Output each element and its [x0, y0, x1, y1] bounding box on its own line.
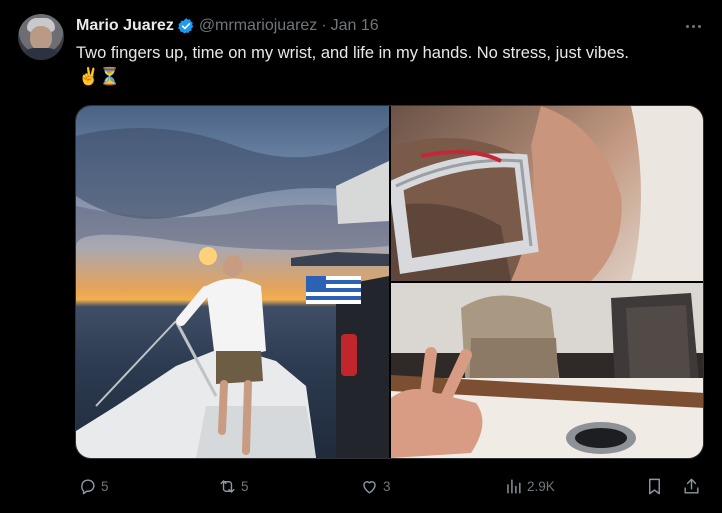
- tweet-emojis: ✌️⏳: [78, 67, 121, 86]
- repost-count: 5: [241, 478, 249, 494]
- bookmark-button[interactable]: [645, 474, 664, 498]
- avatar[interactable]: [18, 14, 64, 60]
- action-bar: 5 5 3 2.9K: [0, 474, 722, 498]
- avatar-shirt: [22, 48, 60, 60]
- separator-dot: ·: [321, 17, 327, 34]
- tweet-date[interactable]: Jan 16: [331, 17, 379, 35]
- like-count: 3: [383, 478, 391, 494]
- tweet-text: Two fingers up, time on my wrist, and li…: [76, 44, 629, 62]
- heart-icon: [363, 480, 376, 494]
- views-count: 2.9K: [527, 478, 555, 494]
- like-button[interactable]: 3: [360, 474, 391, 498]
- avatar-face: [30, 26, 52, 50]
- boat-scene: [76, 126, 389, 458]
- more-dot: [697, 24, 701, 28]
- reply-icon: [81, 478, 95, 494]
- photo-wrist-watch[interactable]: [391, 106, 703, 281]
- photo-boat-sunset[interactable]: [76, 106, 389, 458]
- more-dot: [691, 24, 695, 28]
- watch-scene: [391, 106, 703, 281]
- views-icon: [507, 478, 521, 494]
- share-button[interactable]: [682, 474, 701, 498]
- more-dot: [685, 24, 689, 28]
- tweet: Mario Juarez @mrmariojuarez · Jan 16 Two…: [0, 0, 722, 513]
- photo-hand-bags[interactable]: [391, 283, 703, 458]
- author-name[interactable]: Mario Juarez: [76, 17, 174, 35]
- share-icon: [684, 478, 699, 494]
- repost-icon: [220, 479, 235, 493]
- reply-button[interactable]: 5: [78, 474, 109, 498]
- repost-button[interactable]: 5: [218, 474, 249, 498]
- more-options-icon[interactable]: [682, 16, 704, 36]
- bookmark-icon: [649, 478, 660, 494]
- verified-badge-icon[interactable]: [177, 17, 195, 35]
- author-handle[interactable]: @mrmariojuarez: [199, 17, 317, 35]
- reply-count: 5: [101, 478, 109, 494]
- bags-scene: [391, 283, 703, 458]
- tweet-header: Mario Juarez @mrmariojuarez · Jan 16: [76, 16, 379, 36]
- media-grid: [75, 105, 704, 459]
- views-button[interactable]: 2.9K: [504, 474, 555, 498]
